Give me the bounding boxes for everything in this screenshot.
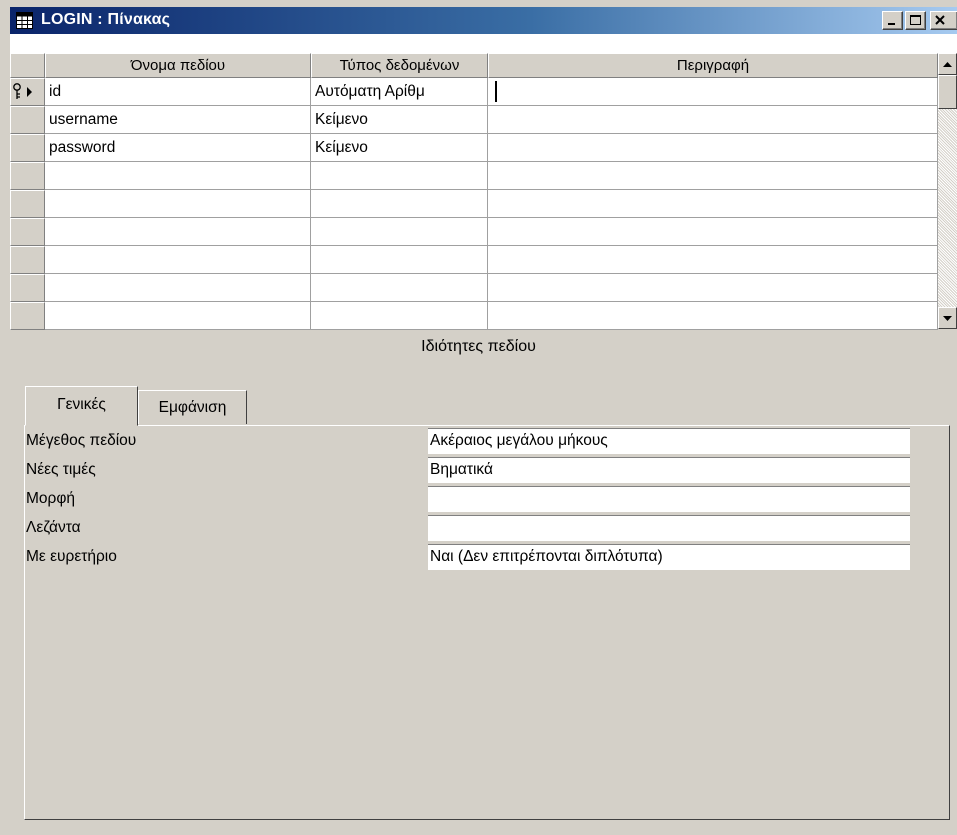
scroll-up-button[interactable] <box>938 53 957 75</box>
description-cell[interactable] <box>488 162 938 190</box>
row-selector[interactable] <box>10 246 45 274</box>
description-cell[interactable] <box>488 190 938 218</box>
window-title: LOGIN : Πίνακας <box>41 11 171 28</box>
property-value-new-values[interactable]: Βηματικά <box>428 457 910 483</box>
data-type-cell[interactable] <box>311 246 488 274</box>
property-label-indexed: Με ευρετήριο <box>26 548 117 565</box>
table-icon <box>16 12 33 29</box>
row-selector[interactable] <box>10 218 45 246</box>
description-cell[interactable] <box>488 78 938 106</box>
field-name-cell[interactable]: password <box>45 134 311 162</box>
property-value-field-size[interactable]: Ακέραιος μεγάλου μήκους <box>428 428 910 454</box>
data-type-cell[interactable]: Αυτόματη Αρίθμ <box>311 78 488 106</box>
scroll-thumb[interactable] <box>938 75 957 109</box>
minimize-icon <box>888 23 895 25</box>
maximize-button[interactable] <box>905 11 926 30</box>
data-type-cell[interactable] <box>311 274 488 302</box>
property-label-caption: Λεζάντα <box>26 519 81 536</box>
property-value-format[interactable] <box>428 486 910 512</box>
property-label-format: Μορφή <box>26 490 76 507</box>
current-row-icon <box>27 87 32 97</box>
table-design-window: LOGIN : Πίνακας Όνομα πεδίου Τύπος δεδομ… <box>0 0 957 835</box>
description-cell[interactable] <box>488 274 938 302</box>
data-type-cell[interactable]: Κείμενο <box>311 134 488 162</box>
description-cell[interactable] <box>488 106 938 134</box>
row-selector-header[interactable] <box>10 53 45 78</box>
field-name-cell[interactable] <box>45 190 311 218</box>
property-label-new-values: Νέες τιμές <box>26 461 96 478</box>
field-name-cell[interactable] <box>45 302 311 330</box>
property-label-field-size: Μέγεθος πεδίου <box>26 432 137 449</box>
row-selector[interactable] <box>10 274 45 302</box>
close-button[interactable] <box>930 11 957 30</box>
tab-display[interactable]: Εμφάνιση <box>138 390 247 424</box>
text-caret <box>495 81 497 102</box>
field-name-cell[interactable]: username <box>45 106 311 134</box>
data-type-cell[interactable] <box>311 162 488 190</box>
close-icon <box>935 15 945 25</box>
arrow-up-icon <box>943 62 952 67</box>
maximize-icon <box>910 15 921 25</box>
arrow-down-icon <box>943 316 952 321</box>
row-selector[interactable] <box>10 190 45 218</box>
description-cell[interactable] <box>488 218 938 246</box>
row-selector[interactable] <box>10 134 45 162</box>
data-type-cell[interactable] <box>311 302 488 330</box>
title-bar[interactable]: LOGIN : Πίνακας <box>10 7 957 34</box>
description-cell[interactable] <box>488 302 938 330</box>
row-selector[interactable] <box>10 302 45 330</box>
description-cell[interactable] <box>488 134 938 162</box>
field-name-cell[interactable]: id <box>45 78 311 106</box>
scroll-down-button[interactable] <box>938 307 957 329</box>
column-header-field-name[interactable]: Όνομα πεδίου <box>45 53 311 78</box>
property-value-indexed[interactable]: Ναι (Δεν επιτρέπονται διπλότυπα) <box>428 544 910 570</box>
row-selector[interactable] <box>10 162 45 190</box>
row-selector[interactable] <box>10 78 45 106</box>
field-name-cell[interactable] <box>45 218 311 246</box>
column-header-description[interactable]: Περιγραφή <box>488 53 938 78</box>
field-name-cell[interactable] <box>45 162 311 190</box>
data-type-cell[interactable] <box>311 218 488 246</box>
field-name-cell[interactable] <box>45 246 311 274</box>
row-selector[interactable] <box>10 106 45 134</box>
field-properties-label: Ιδιότητες πεδίου <box>421 338 536 355</box>
column-header-data-type[interactable]: Τύπος δεδομένων <box>311 53 488 78</box>
tab-general[interactable]: Γενικές <box>25 386 138 426</box>
vertical-scrollbar[interactable] <box>938 53 957 329</box>
field-name-cell[interactable] <box>45 274 311 302</box>
minimize-button[interactable] <box>882 11 903 30</box>
properties-tab-panel <box>24 425 950 820</box>
data-type-cell[interactable]: Κείμενο <box>311 106 488 134</box>
description-cell[interactable] <box>488 246 938 274</box>
data-type-cell[interactable] <box>311 190 488 218</box>
property-value-caption[interactable] <box>428 515 910 541</box>
